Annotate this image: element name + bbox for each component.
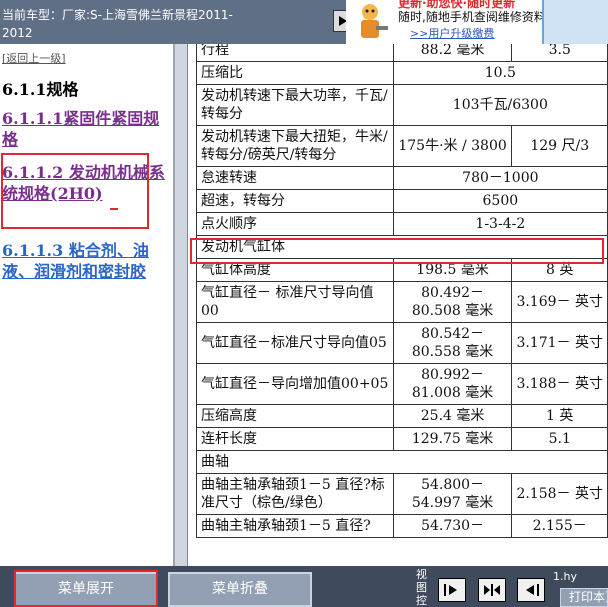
row-label: 气缸直径－标准尺寸导向值05 <box>196 322 394 364</box>
row-value-metric: 198.5 毫米 <box>392 258 513 282</box>
row-label: 压缩高度 <box>196 404 394 428</box>
table-row: 发动机转速下最大扭矩，牛米/转每分/磅英尺/转每分 175牛·米 / 3800 … <box>196 125 608 167</box>
table-row: 气缸直径－导向增加值00+05 80.992－ 81.008 毫米 3.188－… <box>196 363 608 405</box>
view-expand-right-button[interactable] <box>438 578 466 602</box>
row-value-metric: 54.800－ 54.997 毫米 <box>392 473 513 515</box>
spec-table: 行程 88.2 毫米 3.5 压缩比 10.5 发动机转速下最大功率，千瓦/转每… <box>196 44 608 538</box>
vehicle-line-2: 2012 <box>2 26 33 40</box>
row-value-english: 3.188－ 英寸 <box>511 363 608 405</box>
nav-item-adhesives-fluids[interactable]: 6.1.1.3 粘合剂、油液、润滑剂和密封胶 <box>2 240 170 282</box>
promo-text: 随时,随地手机查阅维修资料 <box>398 10 546 24</box>
row-value-english: 5.1 <box>511 427 608 451</box>
row-value-english: 3.169－ 英寸 <box>511 281 608 323</box>
row-label: 发动机转速下最大功率，千瓦/转每分 <box>196 84 394 126</box>
row-label: 行程 <box>196 44 394 62</box>
row-value-english: 1 英 <box>511 404 608 428</box>
row-label: 怠速转速 <box>196 166 394 190</box>
table-row: 曲轴主轴承轴颈1－5 直径?标准尺寸（棕色/绿色） 54.800－ 54.997… <box>196 473 608 515</box>
row-value-english: 2.158－ 英寸 <box>511 473 608 515</box>
view-control-label: 视图控 <box>416 568 427 607</box>
mechanic-icon <box>361 4 388 38</box>
table-section-row: 曲轴 <box>196 450 608 474</box>
row-value-english: 129 尺/3 <box>511 125 608 167</box>
row-value-english: 8 英 <box>511 258 608 282</box>
table-row-firing-order: 点火顺序 1-3-4-2 <box>196 212 608 236</box>
promo-badge <box>542 0 608 44</box>
row-label: 曲轴主轴承轴颈1－5 直径? <box>196 514 394 538</box>
row-value: 1-3-4-2 <box>392 212 608 236</box>
row-label: 气缸直径－导向增加值00+05 <box>196 363 394 405</box>
upgrade-link[interactable]: >>用户升级缴费 <box>410 25 494 41</box>
row-label: 超速，转每分 <box>196 189 394 213</box>
section-title: 曲轴 <box>196 450 608 474</box>
row-label: 气缸体高度 <box>196 258 394 282</box>
row-label: 曲轴主轴承轴颈1－5 直径?标准尺寸（棕色/绿色） <box>196 473 394 515</box>
table-row: 压缩高度 25.4 毫米 1 英 <box>196 404 608 428</box>
split-arrows-icon <box>484 584 500 596</box>
highlight-box <box>1 153 149 229</box>
table-row: 超速，转每分 6500 <box>196 189 608 213</box>
nav-heading: 6.1.1规格 <box>2 80 79 99</box>
row-value: 780－1000 <box>392 166 608 190</box>
table-row: 气缸体高度 198.5 毫米 8 英 <box>196 258 608 282</box>
table-row: 气缸直径－ 标准尺寸导向值00 80.492－ 80.508 毫米 3.169－… <box>196 281 608 323</box>
nav-item-fastener-specs[interactable]: 6.1.1.1紧固件紧固规格 <box>2 108 170 150</box>
row-value-english: 3.171－ 英寸 <box>511 322 608 364</box>
row-value-metric: 175牛·米 / 3800 <box>392 125 513 167</box>
row-value-metric: 80.492－ 80.508 毫米 <box>392 281 513 323</box>
table-row: 行程 88.2 毫米 3.5 <box>196 44 608 62</box>
table-section-row: 发动机气缸体 <box>196 235 608 259</box>
row-label: 发动机转速下最大扭矩，牛米/转每分/磅英尺/转每分 <box>196 125 394 167</box>
row-value-metric: 54.730－ <box>392 514 513 538</box>
row-label: 压缩比 <box>196 61 394 85</box>
table-row: 连杆长度 129.75 毫米 5.1 <box>196 427 608 451</box>
row-value-english: 3.5 <box>511 44 608 62</box>
highlight-mark <box>110 208 118 210</box>
table-row: 压缩比 10.5 <box>196 61 608 85</box>
table-row: 曲轴主轴承轴颈1－5 直径? 54.730－ 2.155－ <box>196 514 608 538</box>
row-value-metric: 88.2 毫米 <box>392 44 513 62</box>
table-row: 发动机转速下最大功率，千瓦/转每分 103千瓦/6300 <box>196 84 608 126</box>
splitter[interactable] <box>174 44 188 566</box>
arrow-right-bar-icon <box>444 584 457 596</box>
section-title: 发动机气缸体 <box>196 235 608 259</box>
promo-banner[interactable]: 更新·助您快·随时更新 随时,随地手机查阅维修资料 >>用户升级缴费 <box>346 0 608 44</box>
row-value: 103千瓦/6300 <box>392 84 608 126</box>
row-value-english: 2.155－ <box>511 514 608 538</box>
view-split-button[interactable] <box>478 578 506 602</box>
menu-collapse-button[interactable]: 菜单折叠 <box>168 572 312 607</box>
row-value: 6500 <box>392 189 608 213</box>
arrow-left-bar-icon <box>526 584 539 596</box>
page-label: 1.hy <box>553 570 577 583</box>
left-nav: [返回上一级] 6.1.1规格 6.1.1.1紧固件紧固规格 6.1.1.2 发… <box>0 44 174 566</box>
view-expand-left-button[interactable] <box>517 578 545 602</box>
row-value-metric: 25.4 毫米 <box>392 404 513 428</box>
vehicle-line-1: 当前车型：厂家:S-上海雪佛兰新景程2011- <box>2 8 233 22</box>
row-label: 气缸直径－ 标准尺寸导向值00 <box>196 281 394 323</box>
print-page-button[interactable]: 打印本页 <box>560 588 608 607</box>
table-row: 气缸直径－标准尺寸导向值05 80.542－ 80.558 毫米 3.171－ … <box>196 322 608 364</box>
row-value-metric: 80.992－ 81.008 毫米 <box>392 363 513 405</box>
row-label: 连杆长度 <box>196 427 394 451</box>
row-label: 点火顺序 <box>196 212 394 236</box>
table-row: 怠速转速 780－1000 <box>196 166 608 190</box>
header-bar: 当前车型：厂家:S-上海雪佛兰新景程2011- 2012 更新·助您快·随时更新… <box>0 0 608 44</box>
vehicle-info: 当前车型：厂家:S-上海雪佛兰新景程2011- 2012 <box>2 6 302 42</box>
row-value: 10.5 <box>392 61 608 85</box>
spec-content: 行程 88.2 毫米 3.5 压缩比 10.5 发动机转速下最大功率，千瓦/转每… <box>188 44 608 566</box>
back-link[interactable]: [返回上一级] <box>2 50 66 66</box>
row-value-metric: 80.542－ 80.558 毫米 <box>392 322 513 364</box>
expand-highlight-box <box>14 570 158 607</box>
row-value-metric: 129.75 毫米 <box>392 427 513 451</box>
app-window: 当前车型：厂家:S-上海雪佛兰新景程2011- 2012 更新·助您快·随时更新… <box>0 0 608 607</box>
